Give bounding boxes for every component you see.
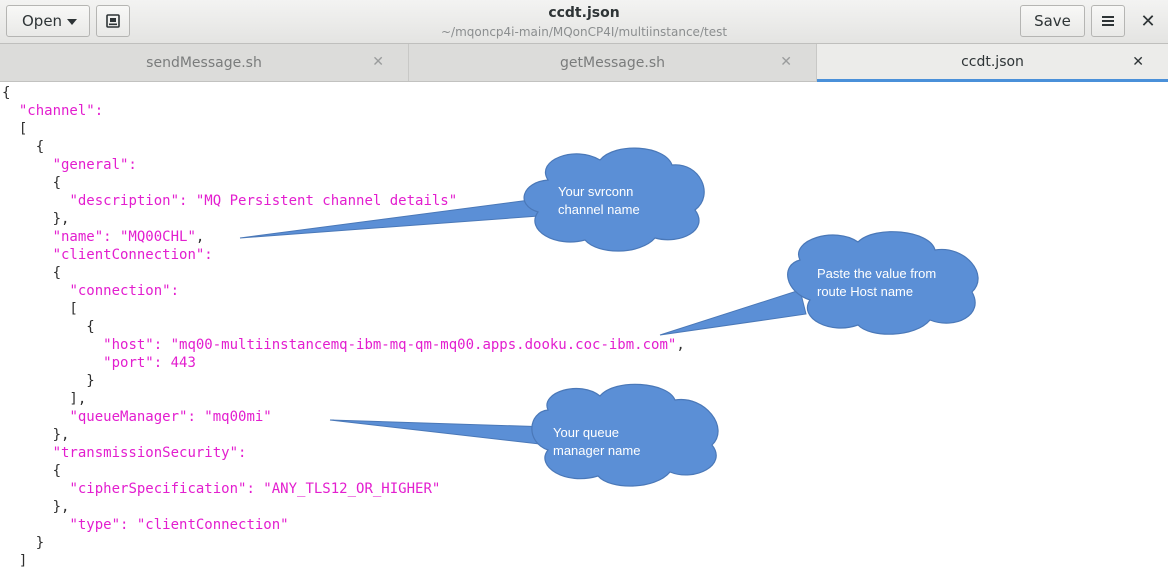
code-line: "channel": — [2, 102, 103, 120]
close-icon[interactable]: ✕ — [1132, 54, 1144, 70]
code-line: [ — [2, 300, 78, 318]
code-text: ], — [2, 391, 87, 407]
callout-line: route Host name — [817, 284, 914, 299]
json-string: "queueManager": "mq00mi" — [69, 409, 272, 425]
code-text: { — [2, 265, 62, 281]
callout-text-queue-manager: Your queue manager name — [553, 424, 640, 460]
code-line: "type": "clientConnection" — [2, 516, 289, 534]
callout-line: Your queue — [553, 425, 620, 440]
header-bar: Open ccdt.json ~/mqoncp4i-main/MQonCP4I/… — [0, 0, 1168, 44]
json-string: "transmissionSecurity": — [52, 445, 247, 461]
close-icon[interactable]: ✕ — [780, 54, 792, 70]
code-line: { — [2, 318, 95, 336]
text-editor[interactable]: { "channel": [ { "general": { "descripti… — [0, 83, 1168, 572]
callout-text-channel: Your svrconn channel name — [558, 183, 640, 219]
code-text: , — [195, 229, 205, 245]
close-icon: ✕ — [1140, 10, 1156, 32]
code-line: { — [2, 138, 44, 156]
tab-sendmessage[interactable]: sendMessage.sh ✕ — [0, 44, 409, 81]
json-string: "name": "MQ00CHL" — [52, 229, 196, 245]
menu-button[interactable] — [1091, 5, 1125, 37]
code-line: { — [2, 462, 61, 480]
json-string: "description": "MQ Persistent channel de… — [69, 193, 458, 209]
code-line: "cipherSpecification": "ANY_TLS12_OR_HIG… — [2, 480, 440, 498]
code-text: } — [2, 535, 45, 551]
code-line: [ — [2, 120, 27, 138]
hamburger-menu-icon — [1102, 16, 1114, 26]
json-string: "cipherSpecification": "ANY_TLS12_OR_HIG… — [69, 481, 441, 497]
code-text: [ — [2, 121, 28, 137]
window-close-button[interactable]: ✕ — [1132, 5, 1164, 37]
code-text: }, — [2, 427, 70, 443]
code-line: }, — [2, 426, 70, 444]
callout-line: manager name — [553, 443, 641, 458]
code-line: }, — [2, 498, 70, 516]
code-text: { — [2, 319, 95, 335]
code-text: { — [2, 85, 11, 101]
code-text: }, — [2, 211, 70, 227]
code-line: "queueManager": "mq00mi" — [2, 408, 272, 426]
code-text: { — [2, 139, 45, 155]
code-line: { — [2, 174, 61, 192]
code-line: } — [2, 372, 95, 390]
code-line: ], — [2, 390, 86, 408]
code-line: "clientConnection": — [2, 246, 213, 264]
window-subtitle: ~/mqoncp4i-main/MQonCP4I/multiinstance/t… — [440, 25, 728, 39]
json-string: "type": "clientConnection" — [69, 517, 289, 533]
code-line: "general": — [2, 156, 137, 174]
code-text: }, — [2, 499, 70, 515]
code-line: "transmissionSecurity": — [2, 444, 247, 462]
save-button[interactable]: Save — [1020, 5, 1085, 37]
code-line: "host": "mq00-multiinstancemq-ibm-mq-qm-… — [2, 336, 685, 354]
callout-line: channel name — [558, 202, 640, 217]
json-string: "connection": — [69, 283, 180, 299]
save-button-label: Save — [1034, 12, 1071, 30]
code-line: { — [2, 84, 10, 102]
code-line: }, — [2, 210, 70, 228]
code-line: } — [2, 534, 44, 552]
code-text: { — [2, 463, 62, 479]
code-text: } — [2, 373, 95, 389]
code-text: , — [676, 337, 685, 353]
tab-label: sendMessage.sh — [146, 54, 262, 71]
code-line: ] — [2, 552, 27, 570]
callout-line: Paste the value from — [817, 266, 937, 281]
code-line: "name": "MQ00CHL", — [2, 228, 205, 246]
tab-ccdt-json[interactable]: ccdt.json ✕ — [817, 44, 1168, 82]
code-text: [ — [2, 301, 78, 317]
callout-line: Your svrconn — [558, 184, 634, 199]
tab-label: ccdt.json — [961, 53, 1024, 70]
json-string: "clientConnection": — [52, 247, 213, 263]
callout-text-host: Paste the value from route Host name — [817, 265, 936, 301]
code-text: { — [2, 175, 62, 191]
tab-label: getMessage.sh — [560, 54, 665, 71]
window-title: ccdt.json — [548, 5, 620, 21]
code-line: "connection": — [2, 282, 179, 300]
json-string: "host": "mq00-multiinstancemq-ibm-mq-qm-… — [103, 337, 677, 353]
json-string: "general": — [52, 157, 137, 173]
code-line: { — [2, 264, 61, 282]
code-text: ] — [2, 553, 28, 569]
tab-bar: sendMessage.sh ✕ getMessage.sh ✕ ccdt.js… — [0, 44, 1168, 82]
tab-getmessage[interactable]: getMessage.sh ✕ — [409, 44, 817, 81]
code-line: "description": "MQ Persistent channel de… — [2, 192, 457, 210]
json-string: "channel": — [18, 103, 104, 119]
close-icon[interactable]: ✕ — [372, 54, 384, 70]
code-line: "port": 443 — [2, 354, 196, 372]
json-string: "port": 443 — [103, 355, 196, 371]
